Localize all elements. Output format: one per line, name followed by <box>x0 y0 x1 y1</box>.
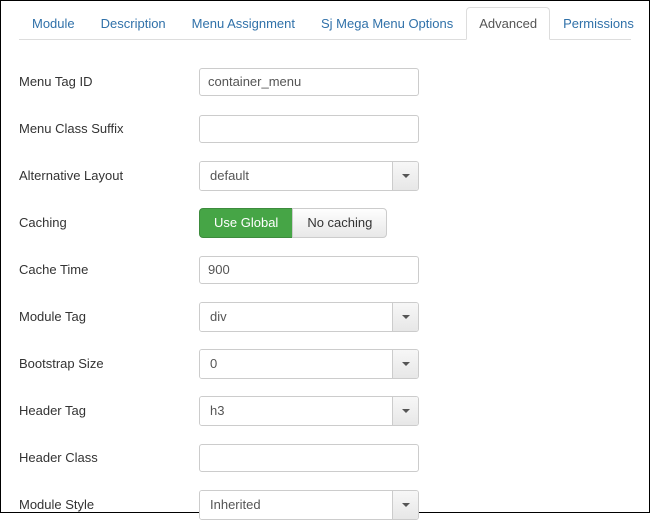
chevron-down-icon <box>392 350 418 378</box>
input-cache-time[interactable] <box>199 256 419 284</box>
label-menu-class-suffix: Menu Class Suffix <box>19 121 199 136</box>
chevron-down-icon <box>392 303 418 331</box>
label-caching: Caching <box>19 215 199 230</box>
select-bootstrap-size[interactable]: 0 <box>199 349 419 379</box>
row-cache-time: Cache Time <box>19 246 631 293</box>
tab-advanced[interactable]: Advanced <box>466 7 550 40</box>
select-module-tag[interactable]: div <box>199 302 419 332</box>
row-module-style: Module Style Inherited <box>19 481 631 528</box>
select-value: h3 <box>200 397 392 425</box>
label-bootstrap-size: Bootstrap Size <box>19 356 199 371</box>
label-module-style: Module Style <box>19 497 199 512</box>
label-header-class: Header Class <box>19 450 199 465</box>
row-module-tag: Module Tag div <box>19 293 631 340</box>
label-menu-tag-id: Menu Tag ID <box>19 74 199 89</box>
tab-label: Description <box>101 16 166 31</box>
tab-label: Sj Mega Menu Options <box>321 16 453 31</box>
tab-description[interactable]: Description <box>88 7 179 40</box>
row-caching: Caching Use Global No caching <box>19 199 631 246</box>
input-menu-tag-id[interactable] <box>199 68 419 96</box>
tab-menu-assignment[interactable]: Menu Assignment <box>179 7 308 40</box>
tab-label: Permissions <box>563 16 634 31</box>
select-value: 0 <box>200 350 392 378</box>
btn-label: Use Global <box>214 215 278 230</box>
row-bootstrap-size: Bootstrap Size 0 <box>19 340 631 387</box>
btn-no-caching[interactable]: No caching <box>292 208 387 238</box>
label-module-tag: Module Tag <box>19 309 199 324</box>
tabs-bar: Module Description Menu Assignment Sj Me… <box>19 7 631 40</box>
label-cache-time: Cache Time <box>19 262 199 277</box>
row-header-tag: Header Tag h3 <box>19 387 631 434</box>
label-header-tag: Header Tag <box>19 403 199 418</box>
tab-module[interactable]: Module <box>19 7 88 40</box>
chevron-down-icon <box>392 162 418 190</box>
row-menu-tag-id: Menu Tag ID <box>19 58 631 105</box>
select-value: div <box>200 303 392 331</box>
row-menu-class-suffix: Menu Class Suffix <box>19 105 631 152</box>
input-menu-class-suffix[interactable] <box>199 115 419 143</box>
label-alternative-layout: Alternative Layout <box>19 168 199 183</box>
caching-button-group: Use Global No caching <box>199 208 387 238</box>
tab-label: Module <box>32 16 75 31</box>
select-value: Inherited <box>200 491 392 519</box>
advanced-form: Menu Tag ID Menu Class Suffix Alternativ… <box>19 58 631 528</box>
btn-label: No caching <box>307 215 372 230</box>
tab-label: Menu Assignment <box>192 16 295 31</box>
tab-sj-mega-menu-options[interactable]: Sj Mega Menu Options <box>308 7 466 40</box>
tab-permissions[interactable]: Permissions <box>550 7 647 40</box>
input-header-class[interactable] <box>199 444 419 472</box>
select-alternative-layout[interactable]: default <box>199 161 419 191</box>
select-value: default <box>200 162 392 190</box>
chevron-down-icon <box>392 397 418 425</box>
row-header-class: Header Class <box>19 434 631 481</box>
btn-use-global[interactable]: Use Global <box>199 208 293 238</box>
select-module-style[interactable]: Inherited <box>199 490 419 520</box>
tab-label: Advanced <box>479 16 537 31</box>
row-alternative-layout: Alternative Layout default <box>19 152 631 199</box>
select-header-tag[interactable]: h3 <box>199 396 419 426</box>
chevron-down-icon <box>392 491 418 519</box>
